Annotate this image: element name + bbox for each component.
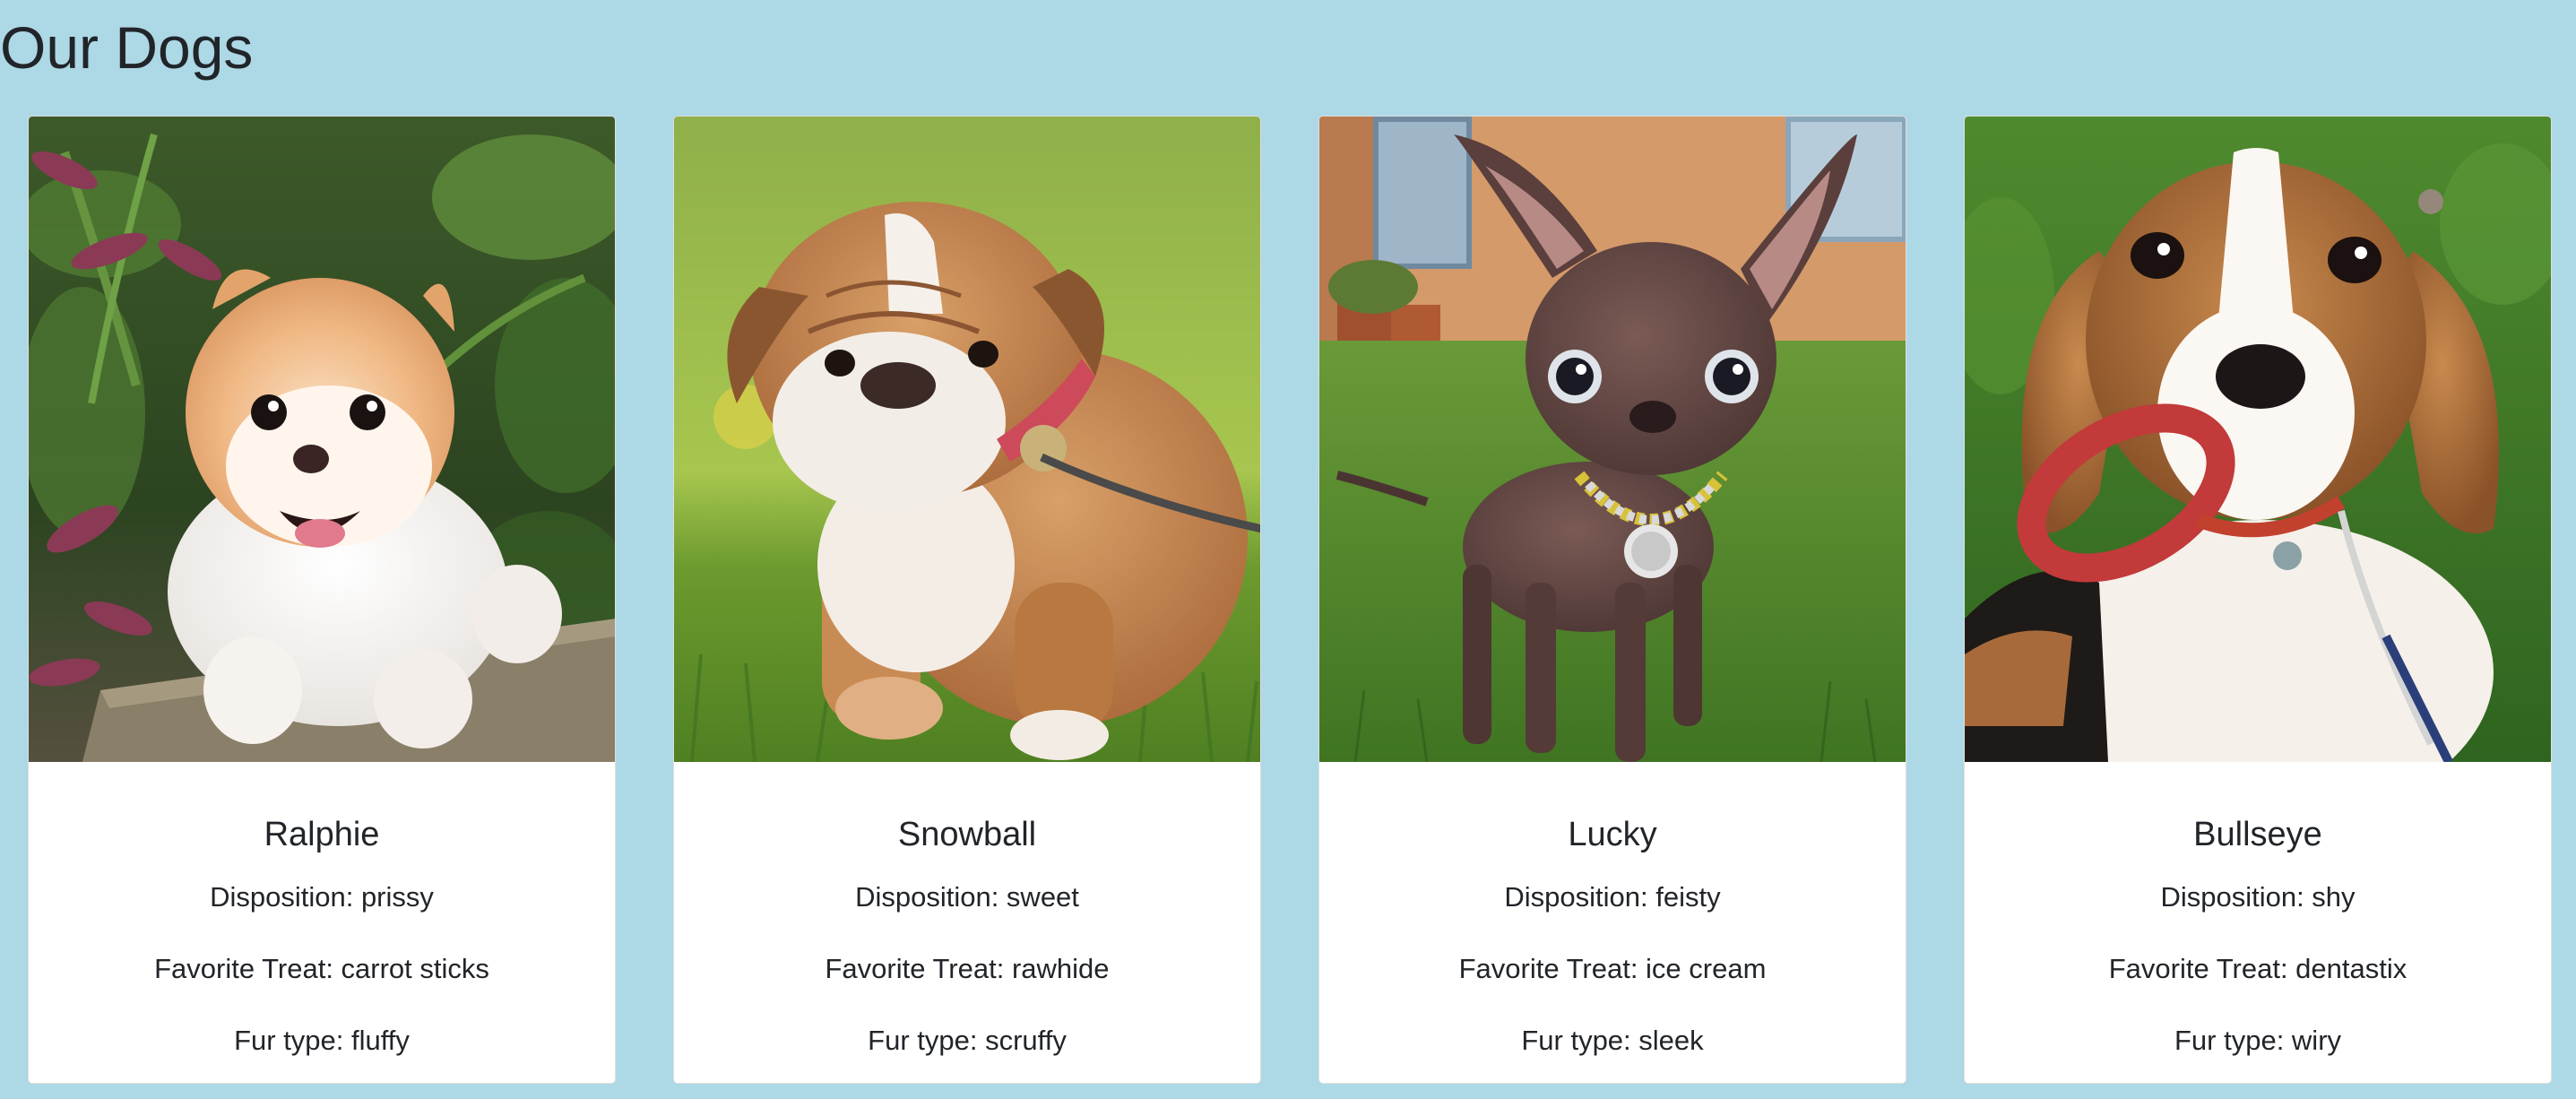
dog-disposition: Disposition: prissy (210, 881, 434, 913)
dog-fur-type: Fur type: scruffy (868, 1025, 1067, 1056)
dog-name: Snowball (897, 816, 1037, 853)
dog-fur-type: Fur type: wiry (2174, 1025, 2342, 1056)
dog-favorite-treat: Favorite Treat: rawhide (825, 953, 1110, 984)
dog-name: Ralphie (264, 816, 380, 853)
dog-card: Bullseye Disposition: shy Favorite Treat… (1964, 116, 2552, 1084)
dog-disposition: Disposition: sweet (855, 881, 1079, 913)
page-title: Our Dogs (0, 14, 254, 81)
dog-photo-beagle (1965, 117, 2551, 762)
dog-card: Ralphie Disposition: prissy Favorite Tre… (28, 116, 616, 1084)
dog-card: Snowball Disposition: sweet Favorite Tre… (673, 116, 1261, 1084)
dog-disposition: Disposition: shy (2160, 881, 2356, 913)
dog-name: Lucky (1568, 816, 1657, 853)
dog-favorite-treat: Favorite Treat: dentastix (2108, 953, 2407, 984)
dog-photo-pomeranian (29, 117, 615, 762)
dog-fur-type: Fur type: fluffy (234, 1025, 410, 1056)
dog-favorite-treat: Favorite Treat: carrot sticks (154, 953, 489, 984)
dog-photo-chihuahua (1319, 117, 1906, 762)
dog-fur-type: Fur type: sleek (1521, 1025, 1704, 1056)
dog-card: Lucky Disposition: feisty Favorite Treat… (1318, 116, 1906, 1084)
dog-disposition: Disposition: feisty (1504, 881, 1721, 913)
dog-name: Bullseye (2193, 816, 2322, 853)
dog-card-list: Ralphie Disposition: prissy Favorite Tre… (28, 116, 2554, 1086)
dog-favorite-treat: Favorite Treat: ice cream (1458, 953, 1767, 984)
dog-photo-bulldog (674, 117, 1260, 762)
